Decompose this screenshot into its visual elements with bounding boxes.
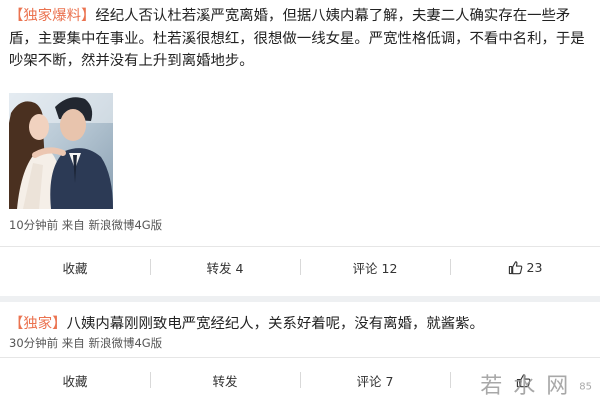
comment-button[interactable]: 评论 7 (300, 360, 450, 400)
favorite-label: 收藏 (62, 260, 88, 276)
post-text: 【独家爆料】经纪人否认杜若溪严宽离婚，但据八姨内幕了解，夫妻二人确实存在一些矛盾… (9, 5, 587, 73)
couple-photo-image (9, 93, 113, 209)
repost-label: 转发 4 (206, 260, 244, 276)
like-count: 23 (526, 259, 543, 275)
post-meta: 10分钟前 来自 新浪微博4G版 (9, 218, 163, 232)
post-tag: 【独家】 (9, 316, 67, 332)
post-meta: 30分钟前 来自 新浪微博4G版 (9, 336, 163, 350)
post-tag: 【独家爆料】 (9, 8, 96, 24)
weibo-post-1: 【独家爆料】经纪人否认杜若溪严宽离婚，但据八姨内幕了解，夫妻二人确实存在一些矛盾… (0, 0, 600, 296)
like-button[interactable]: 23 (450, 247, 600, 287)
post-photo[interactable] (9, 93, 113, 209)
repost-label: 转发 (212, 373, 238, 389)
comment-button[interactable]: 评论 12 (300, 247, 450, 287)
watermark-text: 若 水 网 (480, 374, 571, 399)
repost-button[interactable]: 转发 (150, 360, 300, 400)
comment-label: 评论 12 (352, 260, 398, 276)
favorite-label: 收藏 (62, 373, 88, 389)
repost-button[interactable]: 转发 4 (150, 247, 300, 287)
post-text: 【独家】八姨内幕刚刚致电严宽经纪人，关系好着呢，没有离婚，就酱紫。 (9, 313, 587, 336)
favorite-button[interactable]: 收藏 (0, 360, 150, 400)
comment-label: 评论 7 (356, 373, 394, 389)
post-actions: 收藏 转发 4 评论 12 23 (0, 247, 600, 287)
post-body: 经纪人否认杜若溪严宽离婚，但据八姨内幕了解，夫妻二人确实存在一些矛盾，主要集中在… (9, 8, 585, 69)
thumbs-up-icon (508, 260, 523, 275)
divider (0, 357, 600, 358)
watermark-small: 85 (579, 381, 592, 393)
favorite-button[interactable]: 收藏 (0, 247, 150, 287)
post-body: 八姨内幕刚刚致电严宽经纪人，关系好着呢，没有离婚，就酱紫。 (66, 316, 484, 332)
site-watermark: 若 水 网 85 (480, 368, 592, 400)
